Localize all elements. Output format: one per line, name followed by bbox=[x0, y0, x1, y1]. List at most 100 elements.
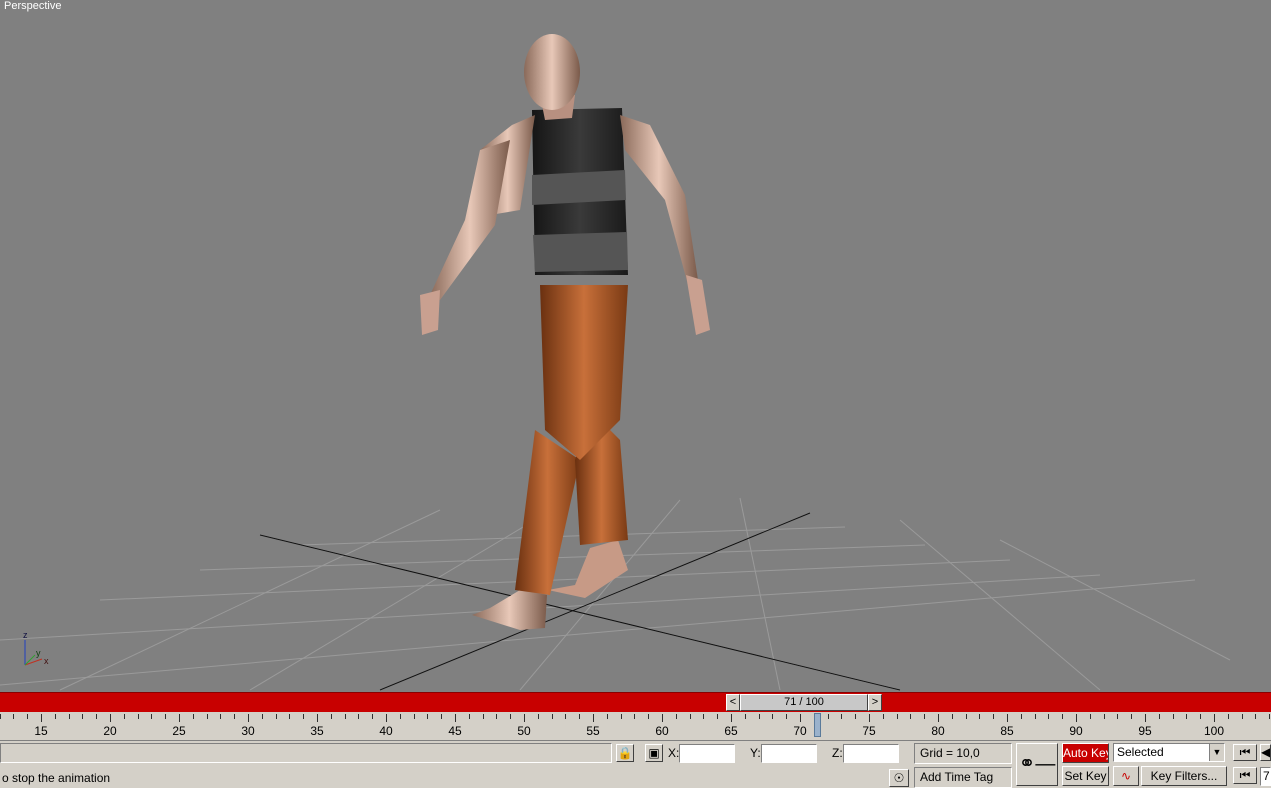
ruler-label: 20 bbox=[103, 724, 117, 738]
add-time-tag-field[interactable]: Add Time Tag bbox=[914, 767, 1012, 788]
ruler-tick bbox=[607, 714, 608, 719]
ruler-tick bbox=[841, 714, 842, 719]
ruler-label: 100 bbox=[1203, 724, 1225, 738]
ruler-label: 65 bbox=[724, 724, 738, 738]
view-axis-tripod: z y x bbox=[23, 630, 49, 666]
ruler-tick bbox=[427, 714, 428, 719]
y-coordinate-field[interactable] bbox=[761, 744, 817, 763]
time-prev-button[interactable]: < bbox=[726, 694, 740, 711]
ruler-tick bbox=[1186, 714, 1187, 719]
ruler-label: 15 bbox=[34, 724, 48, 738]
ruler-tick bbox=[1242, 714, 1243, 719]
ruler-tick bbox=[538, 714, 539, 719]
ruler-tick bbox=[910, 714, 911, 719]
ruler-tick bbox=[483, 714, 484, 719]
ruler-tick bbox=[634, 714, 635, 719]
ruler-tick bbox=[289, 714, 290, 719]
previous-key-icon: ⏮ bbox=[1239, 768, 1251, 782]
ruler-tick bbox=[676, 714, 677, 719]
previous-key-button[interactable]: ⏮ bbox=[1233, 767, 1257, 784]
ruler-tick bbox=[579, 714, 580, 719]
current-frame-marker[interactable] bbox=[814, 713, 821, 737]
ruler-label: 50 bbox=[517, 724, 531, 738]
auto-key-button[interactable]: Auto Key bbox=[1062, 743, 1109, 763]
go-to-start-button[interactable]: ⏮ bbox=[1233, 744, 1257, 761]
ruler-tick bbox=[151, 714, 152, 719]
time-tag-icon: ☉ bbox=[893, 771, 905, 785]
time-slider-bar[interactable]: < 71 / 100 > bbox=[0, 692, 1271, 712]
go-to-start-icon: ⏮ bbox=[1239, 745, 1251, 759]
key-selection-value: Selected bbox=[1117, 745, 1164, 759]
ruler-tick bbox=[110, 714, 111, 722]
ruler-tick bbox=[441, 714, 442, 719]
ruler-label: 25 bbox=[172, 724, 186, 738]
axis-y-label: y bbox=[36, 648, 41, 658]
previous-frame-button[interactable]: ◀ bbox=[1260, 744, 1271, 761]
ruler-tick bbox=[938, 714, 939, 722]
key-filters-button[interactable]: Key Filters... bbox=[1141, 766, 1227, 786]
ruler-tick bbox=[248, 714, 249, 722]
ruler-tick bbox=[993, 714, 994, 719]
ruler-tick bbox=[331, 714, 332, 719]
time-next-button[interactable]: > bbox=[868, 694, 882, 711]
viewport-label[interactable]: Perspective bbox=[4, 0, 61, 12]
z-coordinate-field[interactable] bbox=[843, 744, 899, 763]
ruler-tick bbox=[717, 714, 718, 719]
lock-selection-button[interactable]: 🔒 bbox=[616, 744, 634, 762]
ruler-tick bbox=[759, 714, 760, 719]
ruler-tick bbox=[165, 714, 166, 719]
ruler-tick bbox=[1104, 714, 1105, 719]
ruler-tick bbox=[1021, 714, 1022, 719]
chevron-down-icon[interactable]: ▼ bbox=[1209, 744, 1224, 761]
ruler-tick bbox=[469, 714, 470, 719]
ruler-tick bbox=[1007, 714, 1008, 722]
curve-editor-button[interactable]: ∿ bbox=[1113, 766, 1139, 786]
ruler-label: 55 bbox=[586, 724, 600, 738]
ruler-label: 40 bbox=[379, 724, 393, 738]
lock-icon: 🔒 bbox=[617, 746, 633, 760]
ruler-tick bbox=[1255, 714, 1256, 719]
axis-z-label: z bbox=[23, 630, 28, 640]
ruler-label: 90 bbox=[1069, 724, 1083, 738]
ruler-tick bbox=[400, 714, 401, 719]
ruler-label: 30 bbox=[241, 724, 255, 738]
ruler-tick bbox=[593, 714, 594, 722]
ruler-tick bbox=[1145, 714, 1146, 722]
ruler-tick bbox=[345, 714, 346, 719]
ruler-tick bbox=[1214, 714, 1215, 722]
character-model[interactable] bbox=[420, 34, 710, 630]
current-frame-field[interactable]: 7 bbox=[1260, 767, 1271, 786]
ruler-tick bbox=[69, 714, 70, 719]
ruler-tick bbox=[786, 714, 787, 719]
time-slider-thumb[interactable]: 71 / 100 bbox=[740, 694, 868, 711]
transform-mode-button[interactable]: ▣ bbox=[645, 744, 663, 762]
ruler-tick bbox=[0, 714, 1, 719]
ruler-tick bbox=[1062, 714, 1063, 719]
ruler-label: 80 bbox=[931, 724, 945, 738]
set-key-button[interactable]: Set Key bbox=[1062, 766, 1109, 786]
ruler-tick bbox=[690, 714, 691, 719]
time-slider[interactable]: < 71 / 100 > bbox=[726, 694, 882, 711]
perspective-viewport[interactable]: z y x Perspective bbox=[0, 0, 1271, 692]
previous-frame-icon: ◀ bbox=[1261, 745, 1271, 759]
ruler-tick bbox=[662, 714, 663, 722]
ruler-tick bbox=[358, 714, 359, 719]
key-selection-dropdown[interactable]: Selected ▼ bbox=[1113, 743, 1225, 762]
ruler-tick bbox=[952, 714, 953, 719]
prompt-line: o stop the animation bbox=[2, 771, 111, 785]
ruler-tick bbox=[1228, 714, 1229, 719]
ruler-tick bbox=[979, 714, 980, 719]
ruler-tick bbox=[855, 714, 856, 719]
ruler-tick bbox=[41, 714, 42, 722]
track-bar[interactable]: 15 20 25 30 35 40 45 50 55 60 65 70 75 80 85 90 95 100 bbox=[0, 712, 1271, 741]
x-coordinate-field[interactable] bbox=[679, 744, 735, 763]
ruler-tick bbox=[565, 714, 566, 719]
curve-icon: ∿ bbox=[1120, 769, 1132, 783]
ruler-tick bbox=[703, 714, 704, 719]
maxscript-listener[interactable] bbox=[0, 743, 612, 763]
time-tag-button[interactable]: ☉ bbox=[889, 769, 909, 787]
world-axis-line bbox=[259, 534, 901, 691]
ruler-tick bbox=[524, 714, 525, 722]
ruler-tick bbox=[1131, 714, 1132, 719]
set-key-mode-button[interactable]: ⚭— bbox=[1016, 743, 1058, 786]
